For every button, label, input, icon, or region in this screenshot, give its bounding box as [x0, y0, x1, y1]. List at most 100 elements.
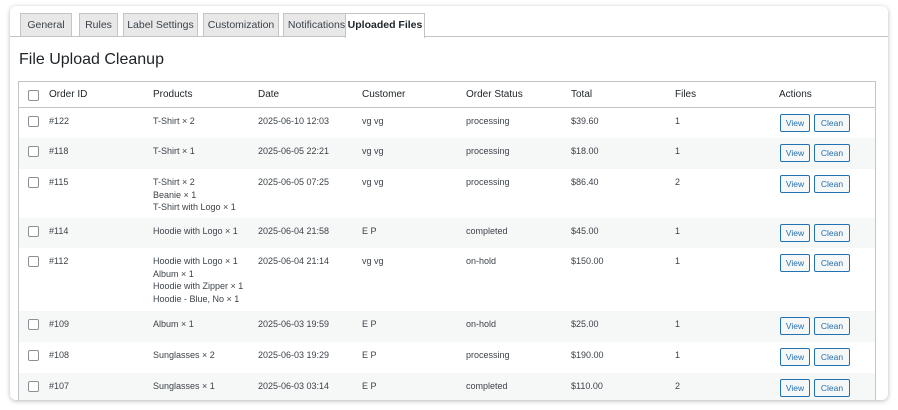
total-cell: $39.60 [571, 116, 599, 126]
row-checkbox[interactable] [28, 177, 39, 188]
order-id-cell: #114 [49, 226, 69, 236]
order-status-cell: processing [466, 116, 510, 126]
table-row: #114 Hoodie with Logo × 1 2025-06-04 21:58… [19, 218, 875, 248]
total-cell: $110.00 [571, 381, 603, 391]
row-checkbox[interactable] [28, 319, 39, 330]
order-status-cell: processing [466, 350, 510, 360]
clean-button[interactable]: Clean [814, 348, 850, 366]
customer-cell: vg vg [362, 116, 384, 126]
column-header-customer[interactable]: Customer [362, 89, 405, 100]
date-cell: 2025-06-10 12:03 [258, 116, 330, 126]
total-cell: $190.00 [571, 350, 604, 360]
products-cell: T-Shirt × 1 [153, 145, 195, 158]
products-cell: Album × 1 [153, 318, 194, 331]
clean-button[interactable]: Clean [814, 254, 850, 272]
view-button[interactable]: View [780, 348, 810, 366]
tab-bar: General Rules Label Settings Customizati… [10, 6, 888, 38]
product-line: T-Shirt × 2 [153, 177, 195, 187]
files-count-cell: 1 [675, 319, 681, 329]
tab-uploaded-files[interactable]: Uploaded Files [345, 13, 425, 38]
row-checkbox[interactable] [28, 226, 39, 237]
date-cell: 2025-06-03 19:29 [258, 350, 330, 360]
row-checkbox[interactable] [28, 381, 39, 392]
total-cell: $150.00 [571, 256, 604, 266]
clean-button[interactable]: Clean [814, 144, 850, 162]
date-cell: 2025-06-03 19:59 [258, 319, 330, 329]
customer-cell: vg vg [362, 146, 384, 156]
tab-general[interactable]: General [20, 13, 72, 37]
order-status-cell: completed [466, 381, 508, 391]
total-cell: $18.00 [571, 146, 599, 156]
clean-button[interactable]: Clean [814, 317, 850, 335]
products-cell: T-Shirt × 2 [153, 115, 195, 128]
files-count-cell: 1 [675, 350, 681, 360]
product-line: Beanie × 1 [153, 189, 197, 200]
date-cell: 2025-06-04 21:14 [258, 256, 330, 266]
row-checkbox[interactable] [28, 146, 39, 157]
view-button[interactable]: View [780, 144, 810, 162]
select-all-checkbox[interactable] [28, 90, 39, 101]
date-cell: 2025-06-05 22:21 [258, 146, 330, 156]
customer-cell: E P [362, 350, 377, 360]
view-button[interactable]: View [780, 317, 810, 335]
clean-button[interactable]: Clean [814, 175, 850, 193]
column-header-order-id[interactable]: Order ID [49, 89, 87, 100]
product-line: Sunglasses × 1 [153, 381, 215, 391]
view-button[interactable]: View [780, 175, 810, 193]
order-id-cell: #107 [49, 381, 70, 391]
customer-cell: E P [362, 381, 377, 391]
view-button[interactable]: View [780, 254, 810, 272]
files-count-cell: 1 [675, 226, 681, 236]
product-line: Sunglasses × 2 [153, 350, 215, 360]
files-count-cell: 2 [675, 381, 681, 391]
products-cell: Hoodie with Logo × 1 Album × 1 Hoodie with… [153, 255, 243, 305]
row-checkbox[interactable] [28, 116, 39, 127]
clean-button[interactable]: Clean [814, 224, 850, 242]
view-button[interactable]: View [780, 224, 810, 242]
table-row: #115 T-Shirt × 2 Beanie × 1 T-Shirt with Lo… [19, 169, 875, 218]
order-status-cell: on-hold [466, 319, 497, 329]
product-line: T-Shirt with Logo × 1 [153, 202, 236, 212]
row-checkbox[interactable] [28, 350, 39, 361]
view-button[interactable]: View [780, 114, 810, 132]
product-line: Album × 1 [153, 268, 194, 279]
product-line: Album × 1 [153, 319, 194, 329]
page-title: File Upload Cleanup [19, 51, 164, 68]
column-header-total[interactable]: Total [571, 89, 592, 100]
order-status-cell: processing [466, 146, 510, 156]
product-line: T-Shirt × 2 [153, 116, 195, 126]
settings-panel: General Rules Label Settings Customizati… [10, 6, 888, 400]
order-id-cell: #118 [49, 146, 69, 156]
date-cell: 2025-06-04 21:58 [258, 226, 330, 236]
date-cell: 2025-06-05 07:25 [258, 177, 330, 187]
column-header-date[interactable]: Date [258, 89, 279, 100]
product-line: T-Shirt × 1 [153, 146, 195, 156]
tab-notifications[interactable]: Notifications [283, 13, 350, 37]
order-id-cell: #112 [49, 256, 69, 266]
customer-cell: E P [362, 319, 377, 329]
order-status-cell: on-hold [466, 256, 497, 266]
customer-cell: E P [362, 226, 377, 236]
clean-button[interactable]: Clean [814, 379, 850, 397]
product-line: Hoodie with Logo × 1 [153, 256, 238, 266]
column-header-order-status[interactable]: Order Status [466, 89, 523, 100]
order-id-cell: #115 [49, 177, 69, 187]
customer-cell: vg vg [362, 256, 384, 266]
table-row: #112 Hoodie with Logo × 1 Album × 1 Hoodie … [19, 248, 875, 311]
files-count-cell: 1 [675, 146, 681, 156]
product-line: Hoodie with Logo × 1 [153, 226, 238, 236]
total-cell: $86.40 [571, 177, 599, 187]
column-header-actions: Actions [779, 89, 812, 100]
view-button[interactable]: View [780, 379, 810, 397]
order-id-cell: #122 [49, 116, 70, 126]
tab-label-settings[interactable]: Label Settings [123, 13, 198, 37]
date-cell: 2025-06-03 03:14 [258, 381, 330, 391]
order-status-cell: completed [466, 226, 508, 236]
clean-button[interactable]: Clean [814, 114, 850, 132]
tab-customization[interactable]: Customization [203, 13, 279, 37]
order-status-cell: processing [466, 177, 510, 187]
row-checkbox[interactable] [28, 256, 39, 267]
tab-rules[interactable]: Rules [79, 13, 118, 37]
table-row: #109 Album × 1 2025-06-03 19:59 E P on-hold $… [19, 311, 875, 342]
customer-cell: vg vg [362, 177, 384, 187]
